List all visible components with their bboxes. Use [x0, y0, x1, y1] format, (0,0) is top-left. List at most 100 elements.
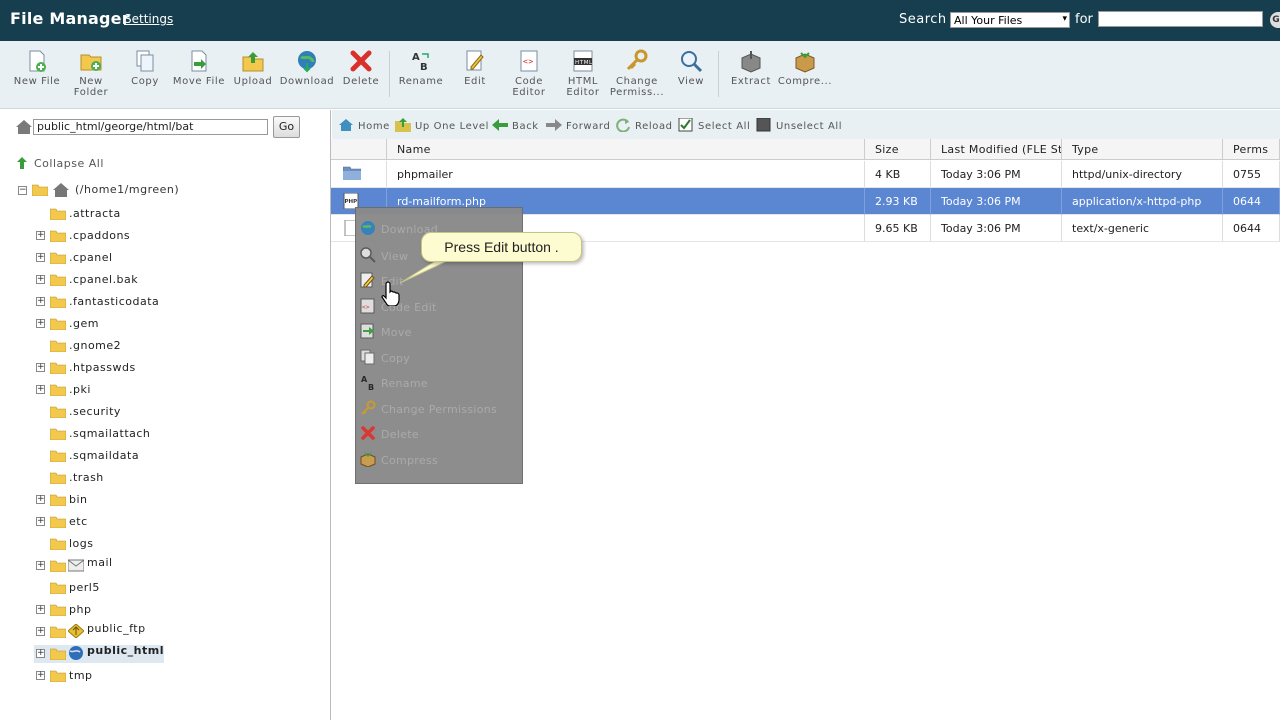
context-menu-change-permissions[interactable]: Change Permissions	[356, 398, 524, 420]
extract-label: Extract	[730, 76, 771, 87]
html-editor-icon: HTML	[573, 50, 593, 72]
globe-icon	[69, 646, 83, 660]
move-file-button[interactable]: Move File	[171, 49, 227, 87]
forward-button[interactable]: Forward	[546, 118, 610, 132]
tree-item-pki[interactable]: + .pki	[34, 381, 234, 399]
column-header-modified[interactable]: Last Modified (FLE Stand	[931, 139, 1062, 160]
code-editor-icon: <>	[360, 298, 375, 314]
column-header-perms[interactable]: Perms	[1223, 139, 1280, 160]
tree-item-logs[interactable]: logs	[34, 535, 234, 553]
context-menu-rename[interactable]: AB Rename	[356, 372, 524, 394]
tree-item-cpanel-bak[interactable]: + .cpanel.bak	[34, 271, 234, 289]
tree-item-public-html[interactable]: + public_html	[34, 644, 164, 663]
collapse-all-button[interactable]: Collapse All	[16, 157, 104, 172]
ftp-icon	[68, 624, 84, 638]
expand-toggle-icon[interactable]: +	[36, 671, 45, 680]
compress-icon	[360, 452, 376, 467]
tree-item-bin[interactable]: + bin	[34, 491, 234, 509]
expand-toggle-icon[interactable]: +	[36, 649, 45, 658]
upload-button[interactable]: Upload	[225, 49, 281, 87]
path-go-button[interactable]: Go	[273, 116, 300, 138]
expand-toggle-icon[interactable]: +	[36, 561, 45, 570]
code-editor-button[interactable]: <> Code Editor	[501, 49, 557, 98]
tree-item-trash[interactable]: .trash	[34, 469, 234, 487]
tutorial-tooltip: Press Edit button .	[421, 232, 582, 262]
expand-toggle-icon[interactable]: +	[36, 517, 45, 526]
table-row[interactable]: phpmailer 4 KB Today 3:06 PM httpd/unix-…	[331, 161, 1280, 188]
folder-icon	[50, 318, 66, 330]
expand-toggle-icon[interactable]: +	[36, 253, 45, 262]
new-file-button[interactable]: New File	[9, 49, 65, 87]
column-header-type[interactable]: Type	[1062, 139, 1223, 160]
view-button[interactable]: View	[663, 49, 719, 87]
tree-item-cpanel[interactable]: + .cpanel	[34, 249, 234, 267]
expand-toggle-icon[interactable]: +	[36, 275, 45, 284]
collapse-toggle-icon[interactable]: −	[18, 186, 27, 195]
column-header-size[interactable]: Size	[865, 139, 931, 160]
context-menu-copy[interactable]: Copy	[356, 347, 524, 369]
delete-button[interactable]: Delete	[333, 49, 389, 87]
context-menu-delete[interactable]: Delete	[356, 423, 524, 445]
tree-item-tmp[interactable]: + tmp	[34, 667, 234, 685]
home-icon	[53, 183, 69, 197]
tree-item-cpaddons[interactable]: + .cpaddons	[34, 227, 234, 245]
expand-toggle-icon[interactable]: +	[36, 363, 45, 372]
tree-item-attracta[interactable]: .attracta	[34, 205, 234, 223]
compress-icon	[795, 52, 815, 73]
svg-text:PHP: PHP	[345, 199, 358, 205]
expand-toggle-icon[interactable]: +	[36, 231, 45, 240]
rename-button[interactable]: AB Rename	[393, 49, 449, 87]
tree-item-php[interactable]: + php	[34, 601, 234, 619]
html-editor-button[interactable]: HTML HTML Editor	[555, 49, 611, 98]
download-button[interactable]: Download	[279, 49, 335, 87]
up-one-level-button[interactable]: Up One Level	[395, 118, 489, 132]
expand-toggle-icon[interactable]: +	[36, 297, 45, 306]
row-type: httpd/unix-directory	[1062, 161, 1223, 188]
copy-label: Copy	[131, 76, 159, 87]
path-input[interactable]: public_html/george/html/bat	[33, 119, 268, 135]
tree-item-sqmailattach[interactable]: .sqmailattach	[34, 425, 234, 443]
row-modified: Today 3:06 PM	[931, 215, 1062, 242]
context-menu-compress[interactable]: Compress	[356, 449, 524, 471]
tree-item-public-ftp[interactable]: + public_ftp	[34, 622, 234, 641]
download-label: Download	[279, 76, 335, 87]
tree-item-gnome2[interactable]: .gnome2	[34, 337, 234, 355]
extract-button[interactable]: Extract	[723, 49, 779, 87]
tree-item-security[interactable]: .security	[34, 403, 234, 421]
select-all-button[interactable]: Select All	[678, 118, 750, 132]
edit-button[interactable]: Edit	[447, 49, 503, 87]
expand-toggle-icon[interactable]: +	[36, 319, 45, 328]
back-button[interactable]: Back	[492, 118, 539, 132]
settings-link[interactable]: Settings	[124, 12, 173, 26]
search-scope-select[interactable]: All Your Files ▾	[950, 12, 1070, 28]
home-button[interactable]: Home	[338, 118, 390, 132]
compress-button[interactable]: Compre...	[777, 49, 833, 87]
tree-item-label: .attracta	[69, 207, 121, 220]
reload-button[interactable]: Reload	[615, 118, 673, 132]
folder-icon	[50, 494, 66, 506]
reload-label: Reload	[635, 121, 673, 132]
search-go-button[interactable]: Go	[1270, 12, 1280, 28]
column-header-name[interactable]: Name	[387, 139, 865, 160]
copy-button[interactable]: Copy	[117, 49, 173, 87]
expand-toggle-icon[interactable]: +	[36, 627, 45, 636]
unselect-all-button[interactable]: Unselect All	[756, 118, 842, 132]
tree-item-fantasticodata[interactable]: + .fantasticodata	[34, 293, 234, 311]
tree-item-perl5[interactable]: perl5	[34, 579, 234, 597]
new-folder-button[interactable]: New Folder	[63, 49, 119, 98]
tree-item-etc[interactable]: + etc	[34, 513, 234, 531]
tree-item-sqmaildata[interactable]: .sqmaildata	[34, 447, 234, 465]
expand-toggle-icon[interactable]: +	[36, 495, 45, 504]
expand-toggle-icon[interactable]: +	[36, 385, 45, 394]
open-folder-icon	[32, 184, 48, 196]
context-menu-move[interactable]: Move	[356, 321, 524, 343]
search-input[interactable]	[1098, 11, 1263, 27]
tree-item-mail[interactable]: + mail	[34, 556, 234, 575]
expand-toggle-icon[interactable]: +	[36, 605, 45, 614]
tree-item-htpasswds[interactable]: + .htpasswds	[34, 359, 234, 377]
header-bar: File Manager Settings Search All Your Fi…	[0, 0, 1280, 41]
tree-item-label: public_html	[87, 644, 164, 657]
tree-item-gem[interactable]: + .gem	[34, 315, 234, 333]
change-permissions-button[interactable]: Change Permiss...	[609, 49, 665, 98]
folder-icon	[50, 604, 66, 616]
